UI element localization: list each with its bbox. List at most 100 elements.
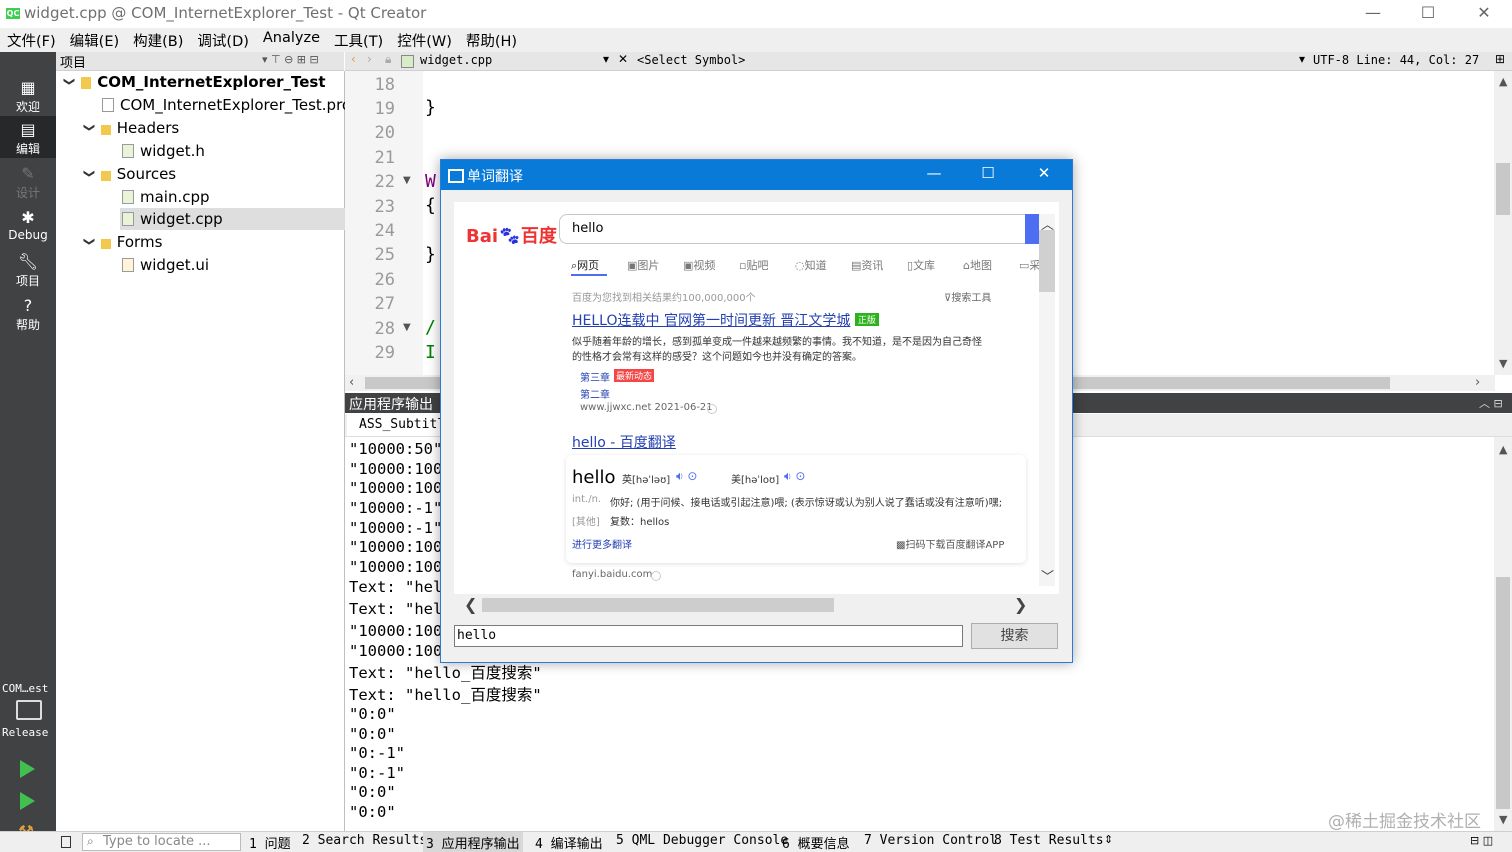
- output-tab-vcs[interactable]: 7 Version Control: [864, 833, 997, 848]
- chapter-link[interactable]: 第二章: [580, 386, 610, 401]
- menu-widgets[interactable]: 控件(W): [390, 28, 459, 52]
- web-vertical-scrollbar[interactable]: ︿ ﹀: [1039, 214, 1055, 586]
- scrollbar-thumb[interactable]: [1496, 163, 1510, 215]
- close-button[interactable]: ✕: [1456, 0, 1512, 28]
- scrollbar-thumb[interactable]: [1039, 230, 1055, 292]
- app-download[interactable]: ▩扫码下载百度翻译APP: [896, 536, 1004, 551]
- mode-welcome[interactable]: ▦ 欢迎: [0, 74, 56, 116]
- menu-tools[interactable]: 工具(T): [327, 28, 390, 52]
- run-icon[interactable]: [20, 760, 35, 778]
- scroll-up-icon[interactable]: ▲: [1499, 443, 1507, 456]
- encoding-dropdown-icon[interactable]: ▾: [1299, 52, 1305, 66]
- baidu-search-input[interactable]: hello: [559, 214, 1026, 244]
- result-link[interactable]: 连载中 官网第一时间更新 晋江文学城: [618, 313, 851, 329]
- web-browser-view[interactable]: Bai🐾︎百度 hello ⌕网页 ▣图片 ▣视频 ▫贴吧 ◌知道 ▤资讯 ▯文…: [454, 202, 1059, 594]
- tree-item-headers[interactable]: ❯ Headers: [82, 117, 179, 139]
- output-tab[interactable]: ASS_Subtitle: [347, 414, 453, 436]
- output-tab-qml[interactable]: 5 QML Debugger Console: [616, 833, 788, 848]
- baidu-tab-tieba[interactable]: ▫贴吧: [739, 257, 768, 273]
- menu-debug[interactable]: 调试(D): [190, 28, 255, 52]
- fold-marker-icon[interactable]: ▼: [403, 175, 411, 186]
- baidu-tab-map[interactable]: ⌂地图: [963, 257, 992, 273]
- menu-build[interactable]: 构建(B): [126, 28, 190, 52]
- mode-debug[interactable]: ✱ Debug: [0, 204, 56, 246]
- tree-item-project[interactable]: ❯ COM_InternetExplorer_Test: [62, 71, 342, 93]
- result-link-highlight[interactable]: HELLO: [572, 313, 618, 329]
- tree-item-forms[interactable]: ❯ Forms: [82, 231, 162, 253]
- minimize-button[interactable]: —: [1345, 0, 1401, 28]
- result-2-title[interactable]: hello - 百度翻译: [572, 432, 676, 452]
- forward-icon[interactable]: ›: [367, 52, 372, 66]
- monitor-icon[interactable]: [16, 700, 42, 720]
- dialog-maximize-button[interactable]: ☐: [965, 164, 1011, 182]
- scroll-down-icon[interactable]: ﹀: [1041, 566, 1054, 585]
- tree-item-pro-file[interactable]: COM_InternetExplorer_Test.pro: [102, 94, 351, 116]
- baidu-tab-images[interactable]: ▣图片: [627, 257, 659, 273]
- scroll-right-icon[interactable]: ›: [1475, 375, 1480, 390]
- menu-help[interactable]: 帮助(H): [459, 28, 524, 52]
- scroll-right-icon[interactable]: ❯: [1014, 595, 1027, 614]
- baidu-tab-news[interactable]: ▤资讯: [851, 257, 883, 273]
- current-file[interactable]: widget.cpp: [420, 53, 492, 67]
- toggle-sidebar-icon[interactable]: [61, 836, 71, 848]
- scrollbar-thumb[interactable]: [1496, 577, 1510, 809]
- speaker-icon[interactable]: 🔉︎ ⊙: [784, 469, 805, 484]
- chapter-link[interactable]: 第三章: [580, 369, 610, 384]
- panel-icons[interactable]: ⊟ ◫: [1470, 834, 1493, 847]
- scroll-left-icon[interactable]: ‹: [349, 375, 354, 390]
- more-tabs-icon[interactable]: ⇕: [1104, 833, 1113, 846]
- web-horizontal-scrollbar[interactable]: ❮ ❯: [458, 595, 1033, 614]
- cursor-position[interactable]: UTF-8 Line: 44, Col: 27: [1313, 53, 1479, 67]
- result-link[interactable]: - 百度翻译: [606, 435, 676, 451]
- mode-help[interactable]: ? 帮助: [0, 292, 56, 334]
- locator-input[interactable]: ⌕ Type to locate ...: [82, 833, 241, 851]
- result-link-highlight[interactable]: hello: [572, 435, 606, 451]
- dialog-minimize-button[interactable]: —: [911, 164, 957, 182]
- output-tab-tests[interactable]: 8 Test Results: [994, 833, 1104, 848]
- baidu-tab-wenku[interactable]: ▯文库: [907, 257, 935, 273]
- tree-item-sources[interactable]: ❯ Sources: [82, 163, 176, 185]
- tree-item-widget-cpp[interactable]: widget.cpp: [120, 208, 346, 230]
- tree-item-widget-ui[interactable]: widget.ui: [122, 254, 209, 276]
- symbol-selector[interactable]: <Select Symbol>: [637, 53, 745, 67]
- output-vertical-scrollbar[interactable]: ▲ ▼: [1494, 437, 1512, 831]
- output-tab-app-output[interactable]: 3 应用程序输出: [423, 832, 523, 852]
- tree-item-widget-h[interactable]: widget.h: [122, 140, 205, 162]
- output-tab-compile[interactable]: 4 编译输出: [535, 833, 603, 852]
- info-icon[interactable]: [707, 404, 717, 414]
- baidu-search-button[interactable]: [1025, 214, 1039, 244]
- pane-controls[interactable]: ︿ ⊟: [1479, 395, 1503, 411]
- scroll-down-icon[interactable]: ▼: [1499, 813, 1507, 826]
- fold-marker-icon[interactable]: ▼: [403, 322, 411, 333]
- mode-edit[interactable]: ▤ 编辑: [0, 116, 56, 158]
- file-dropdown-icon[interactable]: ▾: [603, 52, 609, 66]
- maximize-button[interactable]: ☐: [1400, 0, 1456, 28]
- baidu-logo[interactable]: Bai🐾︎百度: [466, 222, 557, 248]
- baidu-tab-more[interactable]: ▭采: [1019, 257, 1040, 273]
- output-tab-general[interactable]: 6 概要信息: [782, 833, 850, 852]
- speaker-icon[interactable]: 🔉︎ ⊙: [676, 469, 697, 484]
- scrollbar-thumb[interactable]: [482, 598, 834, 612]
- result-1-title[interactable]: HELLO连载中 官网第一时间更新 晋江文学城 正版: [572, 310, 879, 330]
- baidu-tab-web[interactable]: ⌕网页: [571, 257, 599, 273]
- split-icon[interactable]: ⊞: [1495, 52, 1505, 66]
- search-button[interactable]: 搜索: [971, 623, 1058, 649]
- more-translation-link[interactable]: 进行更多翻译: [572, 536, 632, 551]
- scroll-down-icon[interactable]: ▼: [1499, 357, 1507, 370]
- debug-run-icon[interactable]: [20, 792, 35, 810]
- close-file-icon[interactable]: ✕: [618, 52, 628, 66]
- mode-design[interactable]: ✎ 设计: [0, 160, 56, 202]
- panel-toolbar-icons[interactable]: ▾ ⊤ ⊖ ⊞ ⊟: [262, 53, 319, 66]
- output-tab-issues[interactable]: 1 问题: [249, 833, 291, 852]
- scroll-up-icon[interactable]: ▲: [1499, 75, 1507, 88]
- menu-edit[interactable]: 编辑(E): [63, 28, 126, 52]
- word-input[interactable]: hello: [454, 625, 963, 647]
- menu-file[interactable]: 文件(F): [0, 28, 63, 52]
- info-icon[interactable]: [651, 571, 661, 581]
- back-icon[interactable]: ‹: [351, 52, 356, 66]
- menu-analyze[interactable]: Analyze: [256, 28, 327, 52]
- search-tools[interactable]: ⊽搜索工具: [944, 289, 991, 304]
- scroll-left-icon[interactable]: ❮: [464, 595, 477, 614]
- dialog-close-button[interactable]: ✕: [1021, 164, 1067, 182]
- baidu-tab-video[interactable]: ▣视频: [683, 257, 715, 273]
